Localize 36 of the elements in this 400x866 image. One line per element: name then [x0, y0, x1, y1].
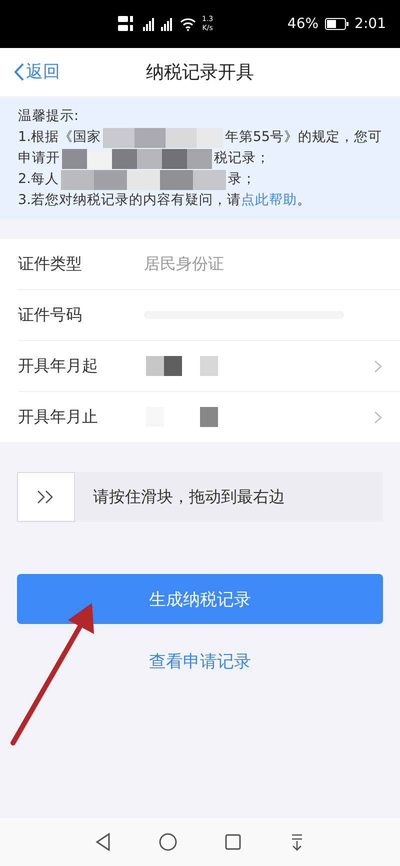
wifi-icon: [180, 18, 196, 30]
back-button[interactable]: 返回: [14, 60, 60, 83]
tip-text: 1.根据《国家: [18, 128, 101, 147]
tip-text: 税记录；: [214, 149, 270, 168]
tip-text: 。: [296, 191, 311, 210]
field-label: 开具年月止: [18, 406, 99, 428]
generate-button[interactable]: 生成纳税记录: [17, 574, 383, 624]
redaction-mosaic: [146, 407, 218, 427]
back-nav-icon[interactable]: [95, 833, 111, 851]
tip-text: 2.每人: [18, 170, 59, 189]
tip-text: 3.若您对纳税记录的内容有疑问，请: [18, 191, 241, 210]
tip-text: 年第55号》的规定，您可: [224, 128, 382, 147]
field-label: 开具年月起: [18, 356, 99, 376]
battery-percent: 46%: [287, 16, 319, 32]
chevron-right-icon: [374, 410, 382, 424]
download-nav-icon[interactable]: [289, 833, 305, 851]
hd-icon: [118, 15, 134, 33]
clock-time: 2:01: [354, 16, 386, 32]
help-link[interactable]: 点此帮助: [240, 190, 297, 211]
tip-text: 录；: [228, 170, 256, 189]
slider-hint: 请按住滑块，拖动到最右边: [93, 486, 285, 508]
field-label: 证件类型: [18, 254, 83, 274]
home-nav-icon[interactable]: [159, 833, 177, 851]
tips-heading: 温馨提示:: [18, 107, 79, 126]
signal-icon: [140, 17, 174, 31]
field-label: 证件号码: [18, 304, 83, 326]
battery-icon: [324, 18, 349, 30]
redaction-mosaic: [146, 356, 218, 376]
history-link[interactable]: 查看申请记录: [149, 650, 251, 673]
tip-text: 申请开: [18, 149, 60, 168]
slider-handle[interactable]: [17, 472, 75, 522]
chevron-right-icon: [374, 360, 382, 372]
field-value: 居民身份证: [144, 254, 224, 274]
back-chevron-icon: [14, 62, 24, 80]
page-title: 纳税记录开具: [146, 61, 254, 84]
recents-nav-icon[interactable]: [225, 834, 241, 850]
